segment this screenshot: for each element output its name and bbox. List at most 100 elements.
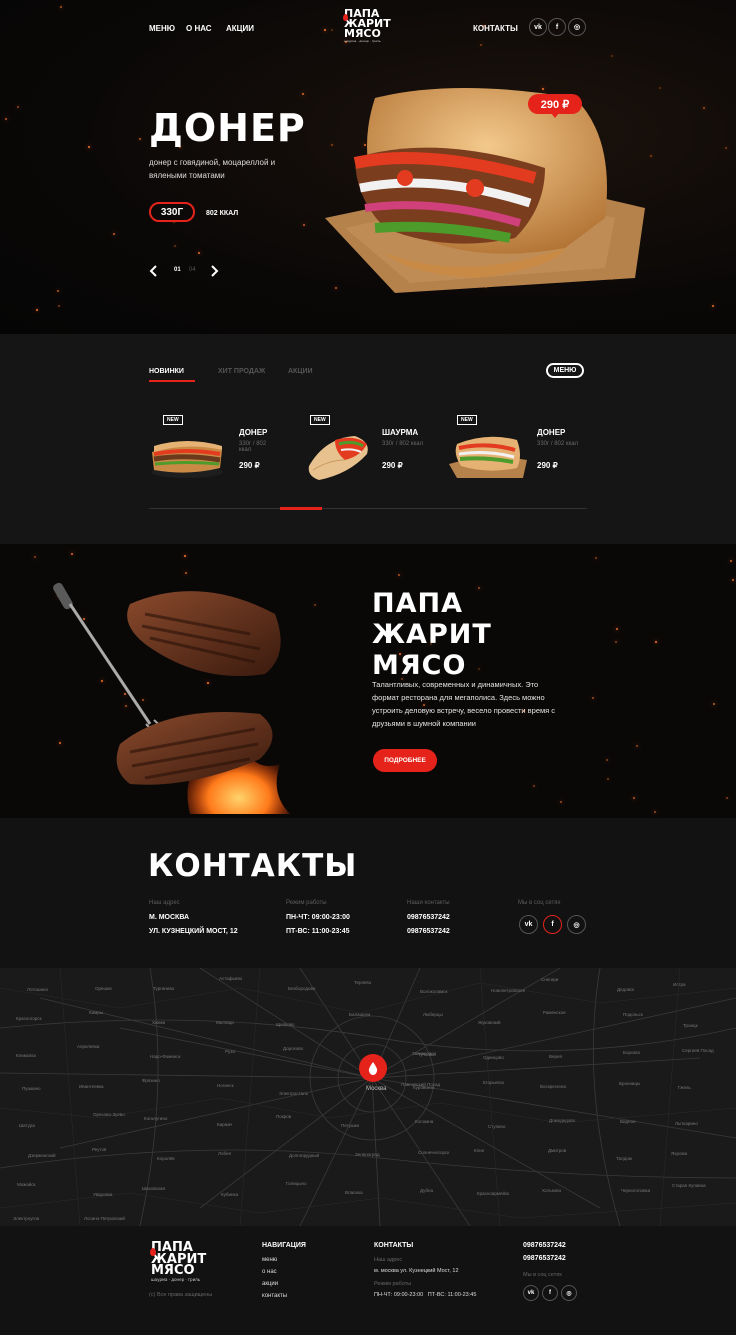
facebook-icon[interactable]: f	[542, 1285, 558, 1301]
map-town-label: Снегири	[541, 977, 559, 982]
footer-phone[interactable]: 09876537242	[523, 1255, 566, 1262]
map-town-label: Шаховская	[142, 1186, 165, 1191]
map-town-label: Раменское	[543, 1010, 566, 1015]
vk-icon[interactable]: vk	[529, 18, 547, 36]
tab-bestsellers[interactable]: ХИТ ПРОДАЖ	[218, 368, 265, 375]
ember-spark	[732, 579, 734, 581]
product-price: 290 ₽	[382, 461, 403, 470]
instagram-icon[interactable]: ◎	[567, 915, 586, 934]
footer-nav-promo[interactable]: акции	[262, 1281, 278, 1287]
map-town-label: Долгопрудный	[289, 1153, 320, 1158]
product-card[interactable]: NEW ШАУРМА 330г / 802 ккал 290 ₽	[305, 412, 435, 487]
hero-doner-image	[315, 78, 655, 298]
weight-badge: 330Г	[149, 202, 195, 222]
map-town-label: Балашиха	[349, 1012, 371, 1017]
product-title: ДОНЕР	[239, 428, 268, 437]
map-pin-icon[interactable]	[359, 1054, 387, 1082]
product-title: ДОНЕР	[537, 428, 566, 437]
logo[interactable]: ПАПА ЖАРИТ МЯСО шаурма · донер · гриль	[344, 8, 391, 43]
map-town-label: Истра	[673, 982, 686, 987]
map-town-label: Щелково	[276, 1022, 295, 1027]
map-town-label: Коломна	[415, 1119, 434, 1124]
vk-icon[interactable]: vk	[523, 1285, 539, 1301]
map-town-label: Троицк	[683, 1023, 698, 1028]
ember-spark	[398, 574, 400, 576]
map-town-label: Можайск	[17, 1182, 36, 1187]
footer-nav-contacts[interactable]: контакты	[262, 1293, 287, 1299]
chevron-left-icon[interactable]	[149, 264, 159, 277]
details-button[interactable]: ПОДРОБНЕЕ	[373, 749, 437, 772]
vk-icon[interactable]: vk	[519, 915, 538, 934]
flame-icon	[150, 1248, 156, 1256]
product-meta: 330г / 802 ккал	[382, 441, 424, 447]
menu-button[interactable]: МЕНЮ	[546, 363, 584, 378]
facebook-icon[interactable]: f	[543, 915, 562, 934]
carousel-track[interactable]	[149, 508, 587, 509]
slide-current: 01	[174, 267, 181, 273]
facebook-icon[interactable]: f	[548, 18, 566, 36]
hero-price-tag: 290 ₽	[528, 94, 582, 114]
new-badge: NEW	[457, 415, 477, 425]
ember-spark	[703, 107, 705, 109]
contacts-section: КОНТАКТЫ Наш адрес М. МОСКВА УЛ. КУЗНЕЦК…	[0, 818, 736, 968]
map-town-label: Реутов	[92, 1147, 107, 1152]
site-footer: ПАПА ЖАРИТ МЯСО шаурма · донер · гриль (…	[0, 1226, 736, 1335]
footer-phone[interactable]: 09876537242	[523, 1242, 566, 1249]
logo-tagline: шаурма · донер · гриль	[344, 38, 381, 43]
footer-nav-about[interactable]: о нас	[262, 1269, 277, 1275]
ember-spark	[184, 555, 186, 557]
footer-logo[interactable]: ПАПА ЖАРИТ МЯСО шаурма · донер · гриль	[151, 1241, 206, 1282]
map-town-label: Химки	[152, 1020, 166, 1025]
instagram-icon[interactable]: ◎	[568, 18, 586, 36]
map-town-label: Пушкино	[22, 1086, 41, 1091]
map-center-label: Москва	[366, 1086, 387, 1092]
instagram-icon[interactable]: ◎	[561, 1285, 577, 1301]
ember-spark	[636, 745, 638, 747]
nav-about[interactable]: о нас	[186, 24, 212, 33]
product-card[interactable]: NEW ДОНЕР 330г / 802 ккал 290 ₽	[447, 412, 587, 487]
tab-promo[interactable]: АКЦИИ	[288, 368, 313, 375]
kcal-label: 802 ККАЛ	[206, 210, 239, 217]
nav-menu[interactable]: меню	[149, 24, 175, 33]
map-town-label: Солнечногорск	[418, 1150, 450, 1155]
nav-promo[interactable]: акции	[226, 24, 254, 33]
ember-spark	[592, 697, 594, 699]
about-title-line-2: ЖАРИТ	[372, 619, 492, 650]
about-title: ПАПА ЖАРИТ МЯСО	[372, 588, 492, 681]
product-price: 290 ₽	[239, 461, 260, 470]
price-tag-pointer	[551, 113, 559, 118]
phone-link[interactable]: 09876537242	[407, 928, 450, 935]
nav-contacts[interactable]: КОНТАКТЫ	[473, 24, 518, 33]
carousel-thumb[interactable]	[279, 507, 322, 510]
contacts-title: КОНТАКТЫ	[148, 848, 358, 884]
map-town-label: Дмитров	[548, 1148, 567, 1153]
tab-new[interactable]: НОВИНКИ	[149, 368, 184, 375]
ember-spark	[303, 224, 305, 226]
map-town-label: Новопетровское	[491, 988, 526, 993]
ember-spark	[713, 703, 715, 705]
footer-address: м. москва ул. Кузнецкий Мост, 12	[374, 1268, 459, 1274]
about-section: ПАПА ЖАРИТ МЯСО Талантливых, современных…	[0, 544, 736, 818]
map-town-label: Кубинка	[221, 1192, 239, 1197]
chevron-right-icon[interactable]	[209, 264, 219, 277]
map[interactable]: Лотошино Орешки Тургинево Астафьево Безбород…	[0, 968, 736, 1226]
map-town-label: Красногорск	[16, 1016, 42, 1021]
map-town-label: Уваровка	[93, 1192, 113, 1197]
ember-spark	[113, 233, 115, 235]
map-town-label: Ступино	[488, 1124, 506, 1129]
ember-spark	[560, 801, 562, 803]
ember-spark	[712, 305, 714, 307]
ember-spark	[607, 778, 609, 780]
doner-image	[447, 430, 529, 485]
logo-line-3: МЯСО	[151, 1263, 195, 1279]
map-town-label: Гжель	[678, 1085, 691, 1090]
phone-link[interactable]: 09876537242	[407, 914, 450, 921]
footer-hours: ПН-ЧТ: 09:00-23:00 ПТ-ВС: 11:00-23:45	[374, 1292, 477, 1298]
map-town-label: Яхрома	[671, 1151, 688, 1156]
map-town-label: Одинцово	[483, 1055, 504, 1060]
footer-nav-menu[interactable]: меню	[262, 1257, 277, 1263]
map-town-label: Дедовск	[617, 987, 635, 992]
site-header: меню о нас акции ПАПА ЖАРИТ МЯСО шаурма …	[0, 0, 736, 52]
product-card[interactable]: NEW ДОНЕР 330г / 802 ккал 290 ₽	[148, 412, 278, 487]
hours-label: Режим работы	[286, 900, 327, 906]
